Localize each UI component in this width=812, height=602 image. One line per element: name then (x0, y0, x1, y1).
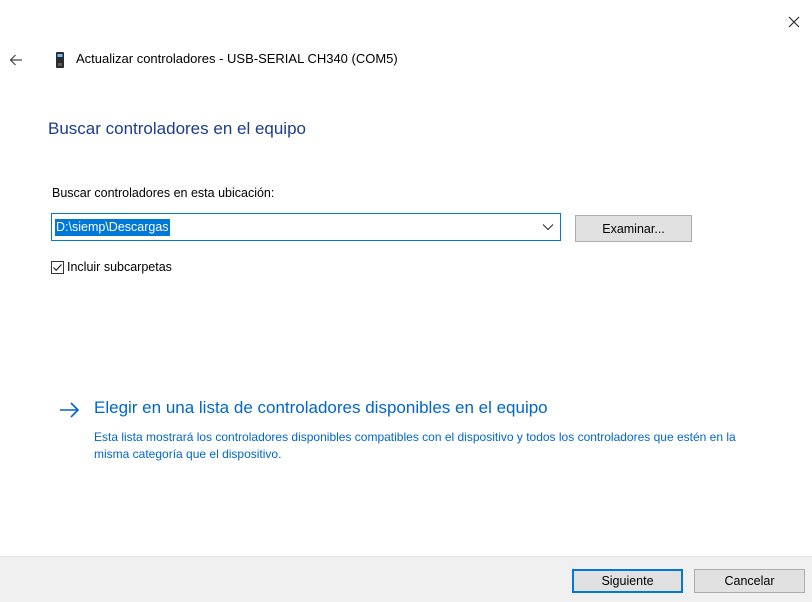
back-button[interactable] (4, 48, 28, 72)
path-input-value[interactable]: D:\siemp\Descargas (55, 219, 170, 236)
choose-from-list-description: Esta lista mostrará los controladores di… (94, 430, 736, 461)
footer-bar (0, 556, 812, 602)
choose-from-list-link[interactable]: Elegir en una lista de controladores dis… (94, 398, 548, 418)
close-icon (788, 16, 800, 28)
checkmark-icon (53, 264, 62, 272)
window-title: Actualizar controladores - USB-SERIAL CH… (76, 51, 398, 66)
back-arrow-icon (9, 54, 22, 66)
cancel-button[interactable]: Cancelar (694, 569, 805, 593)
arrow-right-icon[interactable] (59, 400, 81, 420)
close-button[interactable] (776, 8, 812, 36)
chevron-down-icon[interactable] (542, 222, 554, 232)
location-label: Buscar controladores en esta ubicación: (52, 186, 275, 200)
include-subfolders-checkbox[interactable] (51, 261, 64, 274)
usb-device-icon (55, 52, 65, 69)
browse-button[interactable]: Examinar... (575, 215, 692, 242)
next-button[interactable]: Siguiente (572, 569, 683, 593)
page-title: Buscar controladores en el equipo (48, 119, 306, 138)
include-subfolders-label[interactable]: Incluir subcarpetas (67, 260, 172, 274)
path-combobox[interactable]: D:\siemp\Descargas (51, 213, 561, 241)
